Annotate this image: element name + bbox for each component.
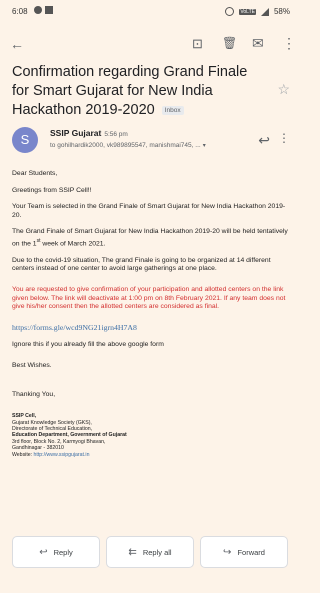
reply-icon: ↩ bbox=[39, 546, 48, 558]
thanking: Thanking You, bbox=[12, 390, 56, 398]
signature: SSIP Cell, Gujarat Knowledge Society (GK… bbox=[12, 413, 127, 458]
battery-level: 58% bbox=[273, 7, 290, 16]
mark-unread-icon[interactable]: ✉ bbox=[252, 35, 264, 51]
website-link[interactable]: http://www.ssipgujarat.in bbox=[34, 452, 90, 458]
clock: 6:08 bbox=[12, 7, 28, 16]
message-more-icon[interactable]: ⋮ bbox=[278, 131, 290, 145]
reply-all-button[interactable]: ⇇ Reply all bbox=[106, 536, 194, 568]
archive-icon[interactable]: ⊡ bbox=[192, 36, 203, 52]
chevron-down-icon[interactable]: ▾ bbox=[203, 143, 206, 149]
body-line: Greetings from SSIP Cell!! bbox=[12, 186, 92, 194]
forward-button[interactable]: ↪ Forward bbox=[200, 536, 288, 568]
volte-badge: VoLTE bbox=[239, 8, 256, 15]
alarm-icon bbox=[225, 7, 235, 16]
signal-icon bbox=[260, 7, 269, 16]
avatar[interactable]: S bbox=[12, 127, 38, 153]
status-bar: 6:08 VoLTE 58% bbox=[0, 0, 300, 22]
action-bar: ↩ Reply ⇇ Reply all ↪ Forward bbox=[12, 536, 288, 578]
recipients[interactable]: to gohilhardik2000, vk989895547, manishm… bbox=[50, 142, 230, 149]
back-arrow-icon[interactable]: ← bbox=[10, 36, 24, 52]
greeting: Dear Students, bbox=[12, 170, 58, 177]
more-options-icon[interactable]: ⋮ bbox=[282, 35, 296, 51]
body-line: Due to the covid-19 situation, The grand… bbox=[12, 256, 271, 273]
sent-time: 5:56 pm bbox=[104, 131, 128, 138]
forward-icon: ↪ bbox=[223, 546, 232, 558]
delete-icon[interactable]: 🗑 bbox=[222, 35, 237, 51]
sender-header: S SSIP Gujarat 5:56 pm to gohilhardik2000… bbox=[12, 127, 292, 157]
form-link[interactable]: https://forms.gle/wcd9NG21igrn4H7A8 bbox=[12, 323, 137, 332]
body-line: The Grand Finale of Smart Gujarat for Ne… bbox=[12, 228, 288, 248]
reply-button[interactable]: ↩ Reply bbox=[12, 536, 100, 568]
sender-name: SSIP Gujarat 5:56 pm bbox=[50, 128, 128, 138]
reply-all-icon: ⇇ bbox=[128, 546, 137, 558]
app-notification-icon bbox=[45, 6, 53, 14]
email-subject: Confirmation regarding Grand Finale for … bbox=[12, 64, 248, 118]
notification-icon bbox=[34, 6, 42, 14]
inbox-label[interactable]: Inbox bbox=[161, 105, 184, 115]
email-body: Dear Students, Greetings from SSIP Cell!… bbox=[12, 170, 290, 458]
body-line: Ignore this if you already fill the abov… bbox=[12, 341, 164, 349]
best-wishes: Best Wishes. bbox=[12, 361, 52, 369]
star-icon[interactable]: ☆ bbox=[277, 81, 290, 98]
important-notice: You are requested to give confirmation o… bbox=[12, 286, 286, 311]
reply-icon[interactable]: ↩ bbox=[258, 132, 270, 149]
body-line: Your Team is selected in the Grand Final… bbox=[12, 203, 286, 219]
app-bar: ← ⊡ 🗑 ✉ ⋮ bbox=[0, 26, 300, 56]
